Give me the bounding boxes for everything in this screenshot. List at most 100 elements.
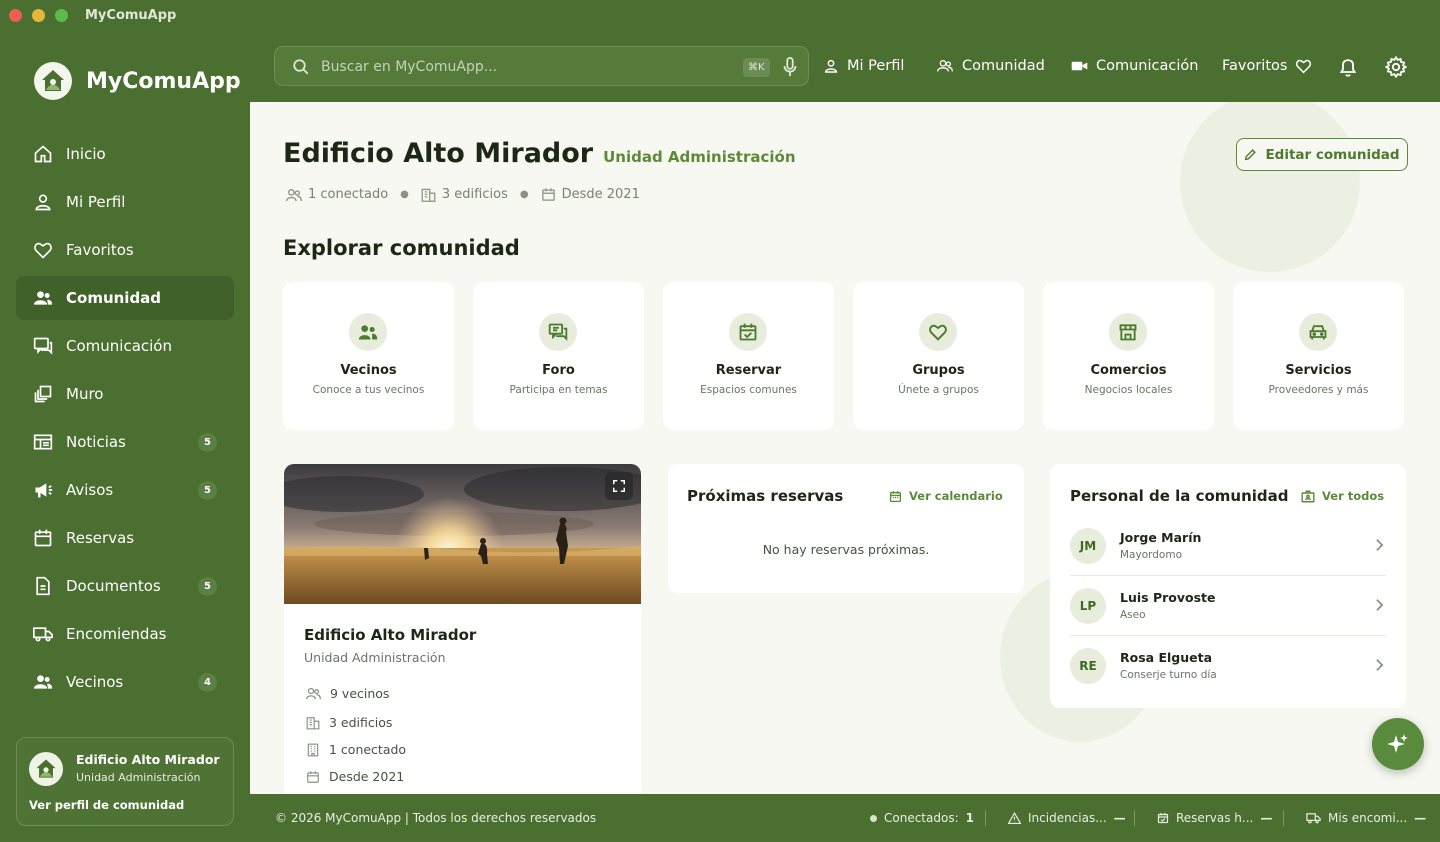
notification-badge: 5 bbox=[198, 433, 217, 452]
calendar-icon bbox=[307, 770, 319, 783]
upcoming-reservations-card: Próximas reservas Ver calendario No hay … bbox=[668, 464, 1024, 593]
copyright-text: © 2026 MyComuApp | Todos los derechos re… bbox=[275, 811, 597, 825]
tile-description: Negocios locales bbox=[1084, 384, 1173, 396]
sidebar-item-avisos[interactable]: Avisos 5 bbox=[16, 468, 234, 512]
tile-description: Únete a grupos bbox=[898, 384, 979, 396]
user-icon bbox=[824, 59, 838, 73]
explore-tiles: Vecinos Conoce a tus vecinos Foro Partic… bbox=[283, 282, 1404, 430]
topnav-mi-perfil[interactable]: Mi Perfil bbox=[823, 58, 904, 74]
staff-name: Rosa Elgueta bbox=[1120, 650, 1212, 665]
footer-divider bbox=[1134, 810, 1135, 826]
newspaper-icon bbox=[33, 434, 53, 450]
footer-reservations[interactable]: Reservas h... — bbox=[1157, 811, 1272, 825]
video-icon bbox=[1071, 61, 1088, 71]
community-info-card: Edificio Alto Mirador Unidad Administrac… bbox=[284, 464, 641, 794]
minimize-window-button[interactable] bbox=[32, 9, 45, 22]
ai-assistant-button[interactable] bbox=[1372, 718, 1424, 770]
view-calendar-link[interactable]: Ver calendario bbox=[889, 489, 1003, 503]
staff-row[interactable]: RE Rosa Elgueta Conserje turno día bbox=[1070, 636, 1386, 696]
view-community-profile-link[interactable]: Ver perfil de comunidad bbox=[29, 798, 184, 812]
sidebar-item-label: Comunicación bbox=[66, 337, 172, 355]
community-profile-card[interactable]: Edificio Alto Mirador Unidad Administrac… bbox=[16, 737, 234, 826]
expand-photo-button[interactable] bbox=[605, 472, 633, 500]
staff-row[interactable]: JM Jorge Marín Mayordomo bbox=[1070, 516, 1386, 576]
tile-comercios[interactable]: Comercios Negocios locales bbox=[1043, 282, 1214, 430]
view-all-label: Ver todos bbox=[1322, 489, 1385, 503]
tile-vecinos[interactable]: Vecinos Conoce a tus vecinos bbox=[283, 282, 454, 430]
footer-parcels[interactable]: Mis encomi... — bbox=[1306, 811, 1426, 825]
tile-title: Comercios bbox=[1090, 363, 1167, 378]
topnav-comunicacion[interactable]: Comunicación bbox=[1071, 58, 1198, 74]
edit-community-button[interactable]: Editar comunidad bbox=[1236, 138, 1408, 171]
brand-name: MyComuApp bbox=[86, 68, 241, 94]
sidebar-item-comunicacion[interactable]: Comunicación bbox=[16, 324, 234, 368]
sidebar-item-favoritos[interactable]: Favoritos bbox=[16, 228, 234, 272]
microphone-icon[interactable] bbox=[782, 57, 798, 77]
community-card-buildings: 3 edificios bbox=[306, 715, 392, 730]
neighbors-count: 9 vecinos bbox=[330, 686, 390, 701]
sidebar-item-vecinos[interactable]: Vecinos 4 bbox=[16, 660, 234, 704]
tile-reservar[interactable]: Reservar Espacios comunes bbox=[663, 282, 834, 430]
sidebar-item-comunidad[interactable]: Comunidad bbox=[16, 276, 234, 320]
staff-title: Personal de la comunidad bbox=[1070, 487, 1289, 505]
tile-icon-circle bbox=[539, 313, 577, 351]
meta-since: Desde 2021 bbox=[541, 187, 640, 202]
sidebar-item-muro[interactable]: Muro bbox=[16, 372, 234, 416]
search-input[interactable] bbox=[321, 55, 721, 79]
staff-row[interactable]: LP Luis Provoste Aseo bbox=[1070, 576, 1386, 636]
meta-buildings-label: 3 edificios bbox=[441, 187, 508, 202]
zoom-window-button[interactable] bbox=[55, 9, 68, 22]
sidebar-item-noticias[interactable]: Noticias 5 bbox=[16, 420, 234, 464]
gear-icon[interactable] bbox=[1385, 56, 1407, 78]
tile-icon-circle bbox=[919, 313, 957, 351]
truck-icon bbox=[33, 627, 53, 642]
community-logo-icon bbox=[29, 752, 63, 786]
reservations-title: Próximas reservas bbox=[687, 487, 844, 505]
pencil-icon bbox=[1245, 149, 1257, 161]
main-content: Edificio Alto Mirador Unidad Administrac… bbox=[250, 102, 1440, 794]
document-icon bbox=[36, 576, 50, 596]
warning-icon bbox=[1008, 812, 1021, 824]
topnav-comunidad[interactable]: Comunidad bbox=[936, 58, 1045, 74]
tile-grupos[interactable]: Grupos Únete a grupos bbox=[853, 282, 1024, 430]
notification-badge: 5 bbox=[198, 577, 217, 596]
close-window-button[interactable] bbox=[9, 9, 22, 22]
notification-badge: 4 bbox=[198, 673, 217, 692]
topnav-label: Mi Perfil bbox=[847, 58, 905, 74]
brand[interactable]: MyComuApp bbox=[34, 62, 241, 100]
tile-icon-circle bbox=[1299, 313, 1337, 351]
footer-incidents[interactable]: Incidencias... — bbox=[1008, 811, 1126, 825]
search-bar[interactable]: ⌘K bbox=[274, 46, 809, 86]
bell-icon[interactable] bbox=[1338, 56, 1358, 78]
decorative-circle bbox=[1180, 102, 1360, 272]
page-subtitle: Unidad Administración bbox=[603, 148, 796, 166]
sidebar-item-label: Comunidad bbox=[66, 289, 162, 307]
sidebar-item-reservas[interactable]: Reservas bbox=[16, 516, 234, 560]
footer-divider bbox=[985, 810, 986, 826]
view-all-staff-link[interactable]: Ver todos bbox=[1301, 489, 1384, 503]
sidebar-item-documentos[interactable]: Documentos 5 bbox=[16, 564, 234, 608]
status-dot-icon bbox=[870, 814, 877, 822]
community-staff-card: Personal de la comunidad Ver todos JM Jo… bbox=[1050, 464, 1406, 708]
search-icon bbox=[293, 59, 309, 75]
tile-servicios[interactable]: Servicios Proveedores y más bbox=[1233, 282, 1404, 430]
sidebar-item-mi-perfil[interactable]: Mi Perfil bbox=[16, 180, 234, 224]
reservations-label: Reservas h... bbox=[1176, 811, 1254, 825]
staff-name: Jorge Marín bbox=[1120, 530, 1202, 545]
tile-icon-circle bbox=[729, 313, 767, 351]
tile-foro[interactable]: Foro Participa en temas bbox=[473, 282, 644, 430]
sidebar-item-encomiendas[interactable]: Encomiendas bbox=[16, 612, 234, 656]
sidebar-item-label: Avisos bbox=[66, 481, 114, 499]
chevron-right-icon bbox=[1376, 599, 1384, 611]
tile-title: Foro bbox=[542, 363, 575, 378]
user-icon bbox=[35, 194, 51, 211]
incidents-label: Incidencias... bbox=[1028, 811, 1107, 825]
topnav-favoritos[interactable]: Favoritos bbox=[1222, 58, 1312, 74]
sidebar-item-inicio[interactable]: Inicio bbox=[16, 132, 234, 176]
since-year: Desde 2021 bbox=[329, 769, 405, 784]
expand-icon bbox=[612, 479, 626, 493]
neighbors-icon bbox=[33, 675, 53, 689]
people-icon bbox=[33, 291, 53, 305]
car-icon bbox=[1309, 325, 1327, 340]
staff-role: Conserje turno día bbox=[1120, 669, 1217, 681]
